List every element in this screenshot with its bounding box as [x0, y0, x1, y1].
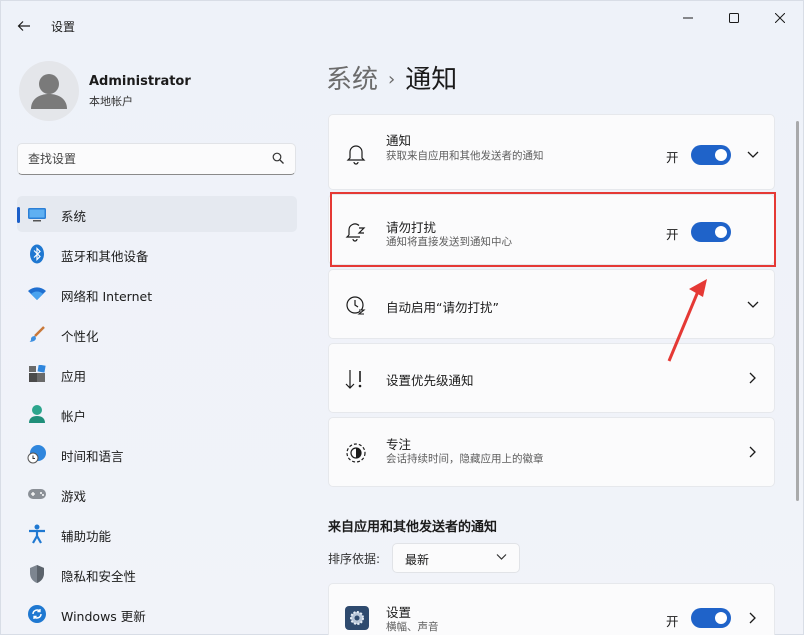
settings-app-toggle[interactable]: [691, 608, 731, 628]
card-title: 自动启用“请勿打扰”: [386, 300, 499, 315]
toggle-knob: [715, 149, 727, 161]
section-heading: 来自应用和其他发送者的通知: [328, 520, 498, 535]
bell-icon: [345, 143, 367, 165]
search-box: [17, 143, 296, 175]
sidebar-item-time-language[interactable]: 时间和语言: [17, 436, 297, 472]
bluetooth-icon: [27, 244, 47, 264]
card-title: 专注: [386, 437, 412, 452]
wifi-icon: [27, 284, 47, 304]
notifications-card[interactable]: 通知 获取来自应用和其他发送者的通知 开: [328, 114, 775, 190]
sidebar-item-label: 时间和语言: [61, 449, 124, 464]
accessibility-icon: [27, 524, 47, 544]
toggle-knob: [715, 612, 727, 624]
update-icon: [27, 604, 47, 624]
monitor-icon: [27, 204, 47, 224]
profile-name: Administrator: [89, 74, 191, 89]
sidebar-item-label: 个性化: [61, 329, 99, 344]
breadcrumb-separator: ›: [388, 69, 396, 90]
maximize-button[interactable]: [711, 1, 757, 35]
sidebar-item-windows-update[interactable]: Windows 更新: [17, 596, 297, 632]
card-title: 通知: [386, 133, 412, 148]
annotation-arrow-icon: [667, 279, 707, 362]
sidebar-item-label: Windows 更新: [61, 609, 146, 624]
chevron-right-icon[interactable]: [746, 445, 760, 459]
clock-snooze-icon: [345, 294, 367, 316]
profile-account-type: 本地帐户: [89, 95, 133, 108]
sidebar-item-label: 帐户: [61, 409, 87, 424]
card-description: 会话持续时间，隐藏应用上的徽章: [386, 453, 544, 465]
app-notification-settings[interactable]: 设置 横幅、声音 开: [328, 583, 775, 635]
chevron-right-icon[interactable]: [746, 371, 760, 385]
close-button[interactable]: [757, 1, 803, 35]
gamepad-icon: [27, 484, 47, 504]
highlight-box: [330, 192, 776, 267]
breadcrumb-parent[interactable]: 系统: [326, 65, 378, 95]
sort-selected-value: 最新: [405, 553, 430, 567]
sidebar-item-label: 游戏: [61, 489, 87, 504]
sidebar-item-label: 应用: [61, 369, 87, 384]
sort-dropdown[interactable]: 最新: [392, 543, 520, 573]
focus-icon: [345, 442, 367, 464]
avatar: [19, 61, 79, 121]
card-description: 获取来自应用和其他发送者的通知: [386, 150, 544, 162]
close-icon: [775, 13, 785, 23]
page-title: 通知: [405, 65, 458, 95]
sort-label: 排序依据:: [328, 552, 381, 566]
user-profile[interactable]: Administrator 本地帐户: [17, 59, 297, 129]
toggle-state-label: 开: [666, 150, 679, 165]
card-title: 设置优先级通知: [386, 373, 474, 388]
scrollbar[interactable]: [796, 121, 799, 501]
notifications-toggle[interactable]: [691, 145, 731, 165]
maximize-icon: [729, 13, 739, 23]
card-description: 横幅、声音: [386, 621, 439, 633]
sidebar-item-accessibility[interactable]: 辅助功能: [17, 516, 297, 552]
brush-icon: [27, 324, 47, 344]
chevron-down-icon[interactable]: [746, 298, 760, 312]
toggle-state-label: 开: [666, 614, 679, 629]
sidebar-item-label: 辅助功能: [61, 529, 112, 544]
back-arrow-icon: [17, 21, 30, 31]
sidebar-item-label: 隐私和安全性: [61, 569, 137, 584]
settings-gear-icon: [345, 606, 369, 630]
app-title: 设置: [51, 20, 76, 34]
chevron-down-icon: [496, 554, 507, 560]
sidebar-item-apps[interactable]: 应用: [17, 356, 297, 392]
sidebar-item-label: 系统: [61, 209, 87, 224]
settings-window: 设置 Administrator 本地帐户 查找设置 系统 蓝牙和其他设备 网络…: [0, 0, 804, 635]
breadcrumb: 系统 › 通知: [326, 59, 457, 96]
globe-clock-icon: [27, 444, 47, 464]
focus-card[interactable]: 专注 会话持续时间，隐藏应用上的徽章: [328, 417, 775, 487]
minimize-icon: [683, 17, 693, 19]
sidebar-item-accounts[interactable]: 帐户: [17, 396, 297, 432]
priority-sort-icon: [345, 368, 367, 390]
sidebar-item-bluetooth[interactable]: 蓝牙和其他设备: [17, 236, 297, 272]
search-icon[interactable]: [272, 152, 285, 165]
title-bar: 设置: [1, 1, 804, 49]
sidebar-item-privacy[interactable]: 隐私和安全性: [17, 556, 297, 592]
user-avatar-icon: [31, 74, 67, 109]
sidebar-nav: 系统 蓝牙和其他设备 网络和 Internet 个性化 应用 帐户 时间和语言 …: [17, 196, 297, 635]
apps-icon: [27, 364, 47, 384]
back-button[interactable]: [9, 11, 39, 41]
sidebar-item-personalization[interactable]: 个性化: [17, 316, 297, 352]
chevron-right-icon[interactable]: [746, 611, 760, 625]
sidebar-item-network[interactable]: 网络和 Internet: [17, 276, 297, 312]
account-icon: [27, 404, 47, 424]
chevron-down-icon[interactable]: [746, 148, 760, 162]
sidebar-item-label: 蓝牙和其他设备: [61, 249, 149, 264]
search-input[interactable]: [28, 150, 258, 168]
shield-icon: [27, 564, 47, 584]
active-indicator: [17, 207, 20, 223]
sidebar-item-system[interactable]: 系统: [17, 196, 297, 232]
card-title: 设置: [386, 605, 412, 620]
minimize-button[interactable]: [665, 1, 711, 35]
sidebar-item-label: 网络和 Internet: [61, 289, 153, 304]
sidebar-item-gaming[interactable]: 游戏: [17, 476, 297, 512]
